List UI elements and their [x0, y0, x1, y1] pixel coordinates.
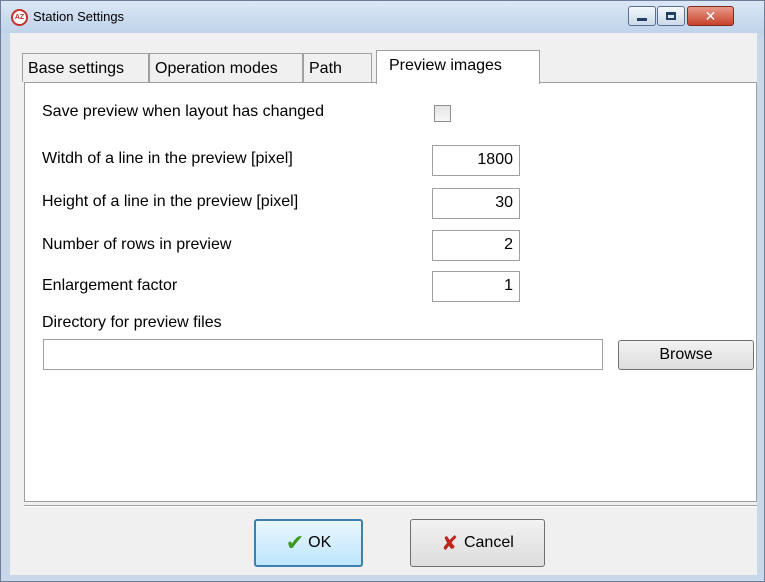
- line-height-input[interactable]: 30: [432, 188, 520, 219]
- directory-label: Directory for preview files: [42, 314, 222, 331]
- minimize-button[interactable]: [628, 6, 656, 26]
- save-preview-label: Save preview when layout has changed: [42, 103, 324, 120]
- title-bar[interactable]: AZ Station Settings ✕: [1, 1, 764, 33]
- rows-input[interactable]: 2: [432, 230, 520, 261]
- rows-label: Number of rows in preview: [42, 236, 232, 253]
- enlargement-input[interactable]: 1: [432, 271, 520, 302]
- checkmark-icon: ✔: [285, 530, 305, 555]
- cancel-label: Cancel: [463, 534, 514, 551]
- ok-button[interactable]: ✔ OK: [254, 519, 363, 567]
- ok-label: OK: [308, 534, 332, 551]
- maximize-button[interactable]: [657, 6, 685, 26]
- dialog-client-area: Base settings Operation modes Path Previ…: [10, 33, 757, 575]
- maximize-icon: [666, 12, 676, 20]
- save-preview-checkbox[interactable]: [434, 105, 451, 122]
- close-icon: ✕: [704, 8, 717, 24]
- close-button[interactable]: ✕: [687, 6, 734, 26]
- window-title: Station Settings: [33, 9, 125, 24]
- line-height-label: Height of a line in the preview [pixel]: [42, 193, 299, 210]
- tab-base-settings[interactable]: Base settings: [22, 53, 149, 82]
- minimize-icon: [637, 17, 647, 21]
- station-settings-window: AZ Station Settings ✕ Base settings Oper…: [0, 0, 765, 582]
- line-width-input[interactable]: 1800: [432, 145, 520, 176]
- cancel-button[interactable]: ✘ Cancel: [410, 519, 545, 567]
- tab-path[interactable]: Path: [303, 53, 372, 82]
- directory-input[interactable]: [43, 339, 603, 370]
- app-icon: AZ: [11, 9, 28, 26]
- line-width-label: Witdh of a line in the preview [pixel]: [42, 150, 293, 167]
- browse-button[interactable]: Browse: [618, 340, 754, 370]
- cancel-x-icon: ✘: [441, 532, 458, 555]
- enlargement-label: Enlargement factor: [42, 277, 178, 294]
- tab-operation-modes[interactable]: Operation modes: [149, 53, 303, 82]
- separator: [24, 505, 757, 507]
- tab-preview-images[interactable]: Preview images: [376, 50, 540, 84]
